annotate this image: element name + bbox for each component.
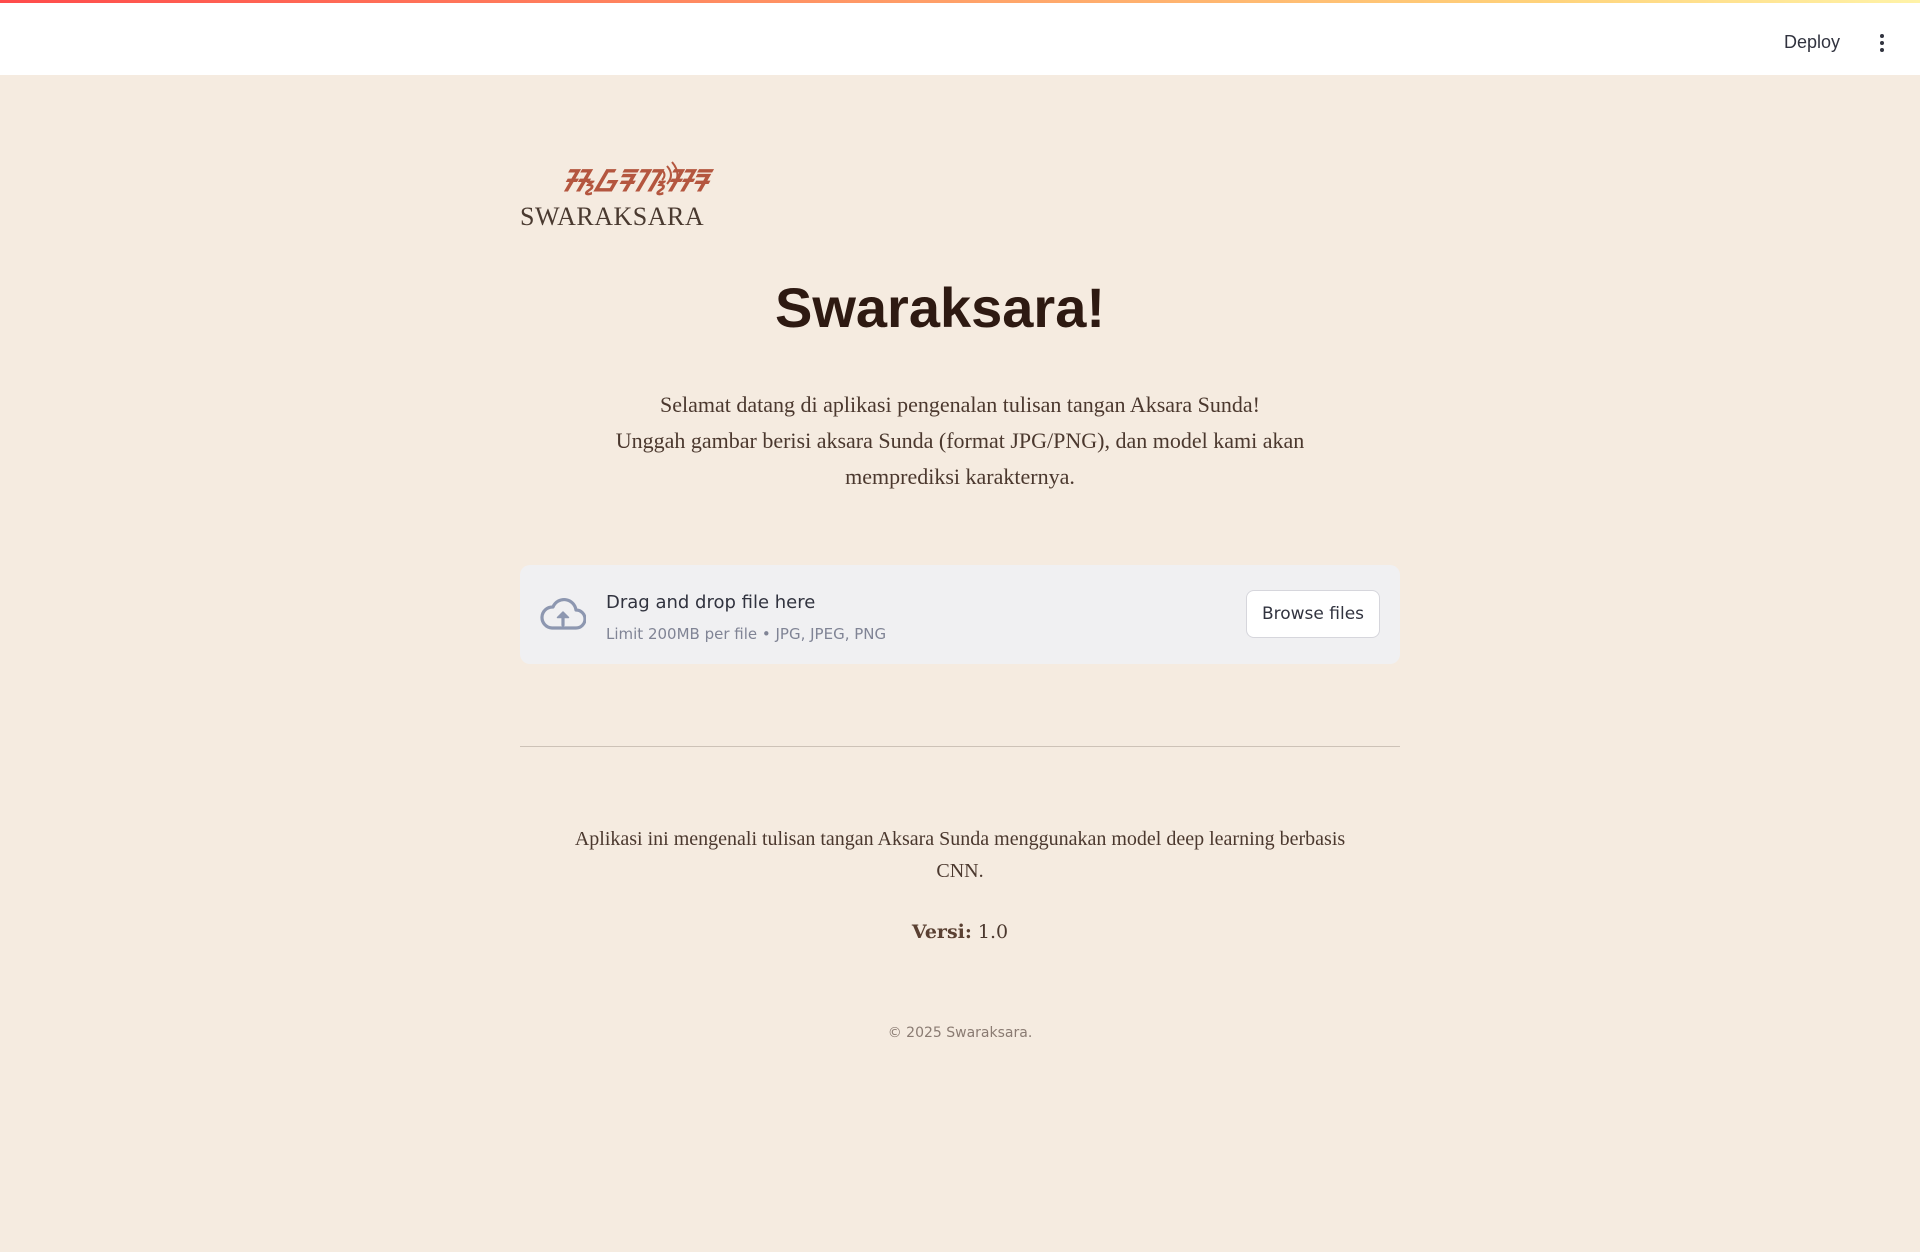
drop-instruction: Drag and drop file here [606,592,816,613]
file-uploader-dropzone[interactable]: Drag and drop file here Limit 200MB per … [520,565,1400,664]
header-accent-bar [0,0,1920,3]
app-header: Deploy [0,0,1920,75]
intro-line-2: Unggah gambar berisi aksara Sunda (forma… [615,428,1305,489]
version-value: 1.0 [977,921,1009,943]
version-label: Versi: [911,921,972,943]
logo-wordmark: SWARAKSARA [520,202,705,231]
version-info: Versi: 1.0 [520,921,1400,943]
logo-sundanese-script: ᮞ᮪ᮝᮛᮊ᮪ᮞᮛ [562,164,709,199]
footer-copyright: © 2025 Swaraksara. [887,1025,1033,1041]
intro-line-1: Selamat datang di aplikasi pengenalan tu… [660,392,1260,417]
swaraksara-logo: ᮞ᮪ᮝᮛᮊ᮪ᮞᮛ SWARAKSARA [520,160,720,235]
browse-files-button[interactable]: Browse files [1246,590,1380,638]
intro-text: Selamat datang di aplikasi pengenalan tu… [520,387,1400,495]
upload-limit-text: Limit 200MB per file • JPG, JPEG, PNG [606,625,887,643]
kebab-menu-icon[interactable] [1878,34,1886,56]
page-title: Swaraksara! [774,276,1105,339]
about-text: Aplikasi ini mengenali tulisan tangan Ak… [574,828,1346,882]
deploy-button[interactable]: Deploy [1784,32,1840,53]
cloud-upload-icon [540,597,586,630]
sound-waves-icon [661,161,679,189]
section-divider [520,746,1400,747]
